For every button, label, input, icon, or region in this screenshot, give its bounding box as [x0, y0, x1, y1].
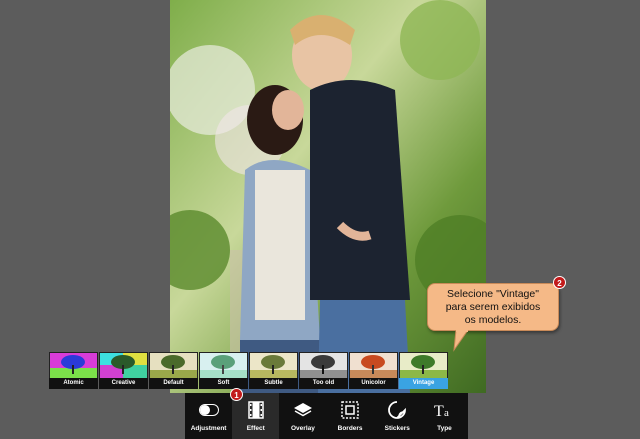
effect-unicolor[interactable]: Unicolor — [349, 352, 398, 389]
effect-soft[interactable]: Soft — [199, 352, 248, 389]
tree-thumb-icon — [50, 353, 97, 378]
effect-subtle[interactable]: Subtle — [249, 352, 298, 389]
callout-line: os modelos. — [464, 314, 522, 326]
tree-thumb-icon — [400, 353, 447, 378]
effect-label: Vintage — [399, 378, 448, 389]
effect-atomic[interactable]: Atomic — [49, 352, 98, 389]
tool-label: Stickers — [384, 425, 410, 432]
toggle-icon — [198, 399, 220, 421]
tool-adjustment[interactable]: Adjustment — [185, 393, 232, 439]
sticker-icon — [386, 399, 408, 421]
tool-borders[interactable]: Borders — [327, 393, 374, 439]
effect-vintage[interactable]: Vintage — [399, 352, 448, 389]
tool-label: Borders — [337, 425, 363, 432]
tree-thumb-icon — [200, 353, 247, 378]
tool-label: Adjustment — [190, 425, 227, 432]
effect-too-old[interactable]: Too old — [299, 352, 348, 389]
step-badge-2: 2 — [553, 276, 566, 289]
type-icon: Ta — [433, 399, 455, 421]
effect-label: Soft — [199, 378, 248, 389]
callout-line: para serem exibidos — [445, 301, 541, 313]
tool-type[interactable]: Ta Type — [421, 393, 468, 439]
callout-line: Selecione "Vintage" — [447, 288, 539, 300]
layers-icon — [292, 399, 314, 421]
bottom-toolbar: Adjustment Effect Overlay Borders Sticke… — [185, 393, 468, 439]
effect-label: Creative — [99, 378, 148, 389]
tree-thumb-icon — [150, 353, 197, 378]
tool-stickers[interactable]: Stickers — [374, 393, 421, 439]
effect-creative[interactable]: Creative — [99, 352, 148, 389]
tree-thumb-icon — [100, 353, 147, 378]
tool-overlay[interactable]: Overlay — [279, 393, 326, 439]
tree-thumb-icon — [250, 353, 297, 378]
effect-label: Unicolor — [349, 378, 398, 389]
effect-label: Too old — [299, 378, 348, 389]
effect-label: Default — [149, 378, 198, 389]
tree-thumb-icon — [350, 353, 397, 378]
effect-default[interactable]: Default — [149, 352, 198, 389]
frame-icon — [339, 399, 361, 421]
edited-photo — [170, 0, 486, 393]
svg-text:T: T — [434, 403, 444, 419]
tool-label: Type — [437, 425, 452, 432]
step-badge-1: 1 — [230, 388, 243, 401]
effect-label: Subtle — [249, 378, 298, 389]
tool-label: Overlay — [291, 425, 315, 432]
instruction-callout: Selecione "Vintage" para serem exibidos … — [427, 283, 559, 331]
svg-text:a: a — [444, 407, 449, 419]
effect-strip: Atomic Creative Default Soft Subtle Too … — [49, 352, 448, 389]
callout-pointer — [453, 330, 469, 352]
effect-label: Atomic — [49, 378, 98, 389]
tool-label: Effect — [246, 425, 265, 432]
film-icon — [245, 399, 267, 421]
tree-thumb-icon — [300, 353, 347, 378]
